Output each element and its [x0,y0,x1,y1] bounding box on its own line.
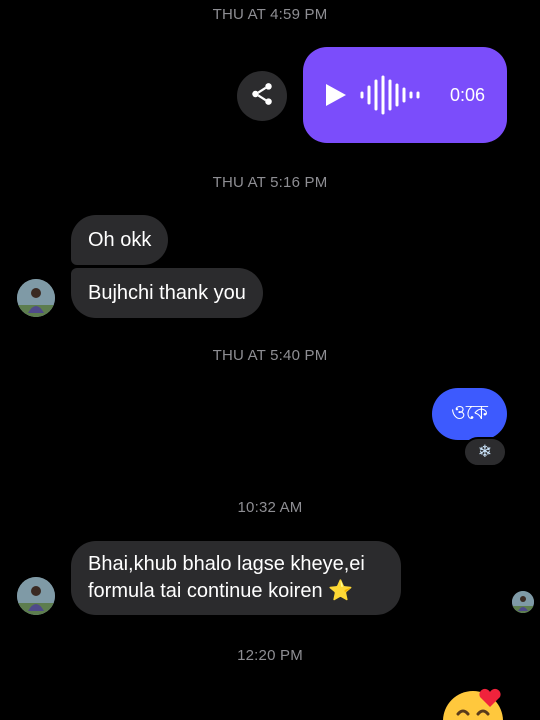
outgoing-message[interactable]: ওকে [432,388,507,440]
read-receipt-avatar [512,591,534,613]
timestamp: 10:32 AM [237,499,303,516]
share-icon [249,81,275,112]
message-line: formula tai continue koiren [88,580,323,602]
timestamp: THU AT 4:59 PM [212,6,328,23]
star-emoji: ⭐ [328,578,354,602]
voice-duration: 0:06 [449,85,485,105]
timestamp: 12:20 PM [237,647,303,664]
message-line: Bhai,khub bhalo lagse kheye,ei [88,553,365,575]
avatar[interactable] [17,577,55,615]
share-button[interactable] [237,71,287,121]
avatar[interactable] [17,279,55,317]
smiling-face-with-hearts-icon[interactable] [440,688,506,720]
timestamp: THU AT 5:40 PM [212,347,328,364]
reaction-badge[interactable]: ❄ [463,437,507,467]
incoming-message[interactable]: Bhai,khub bhalo lagse kheye,ei formula t… [71,541,401,615]
waveform-icon [359,75,427,120]
voice-message-bubble[interactable]: 0:06 [303,47,507,143]
play-icon[interactable] [325,83,347,112]
message-line-container: formula tai continue koiren ⭐ [88,577,384,604]
timestamp: THU AT 5:16 PM [212,174,328,191]
incoming-message[interactable]: Oh okk [71,215,169,265]
incoming-message[interactable]: Bujhchi thank you [71,268,263,318]
